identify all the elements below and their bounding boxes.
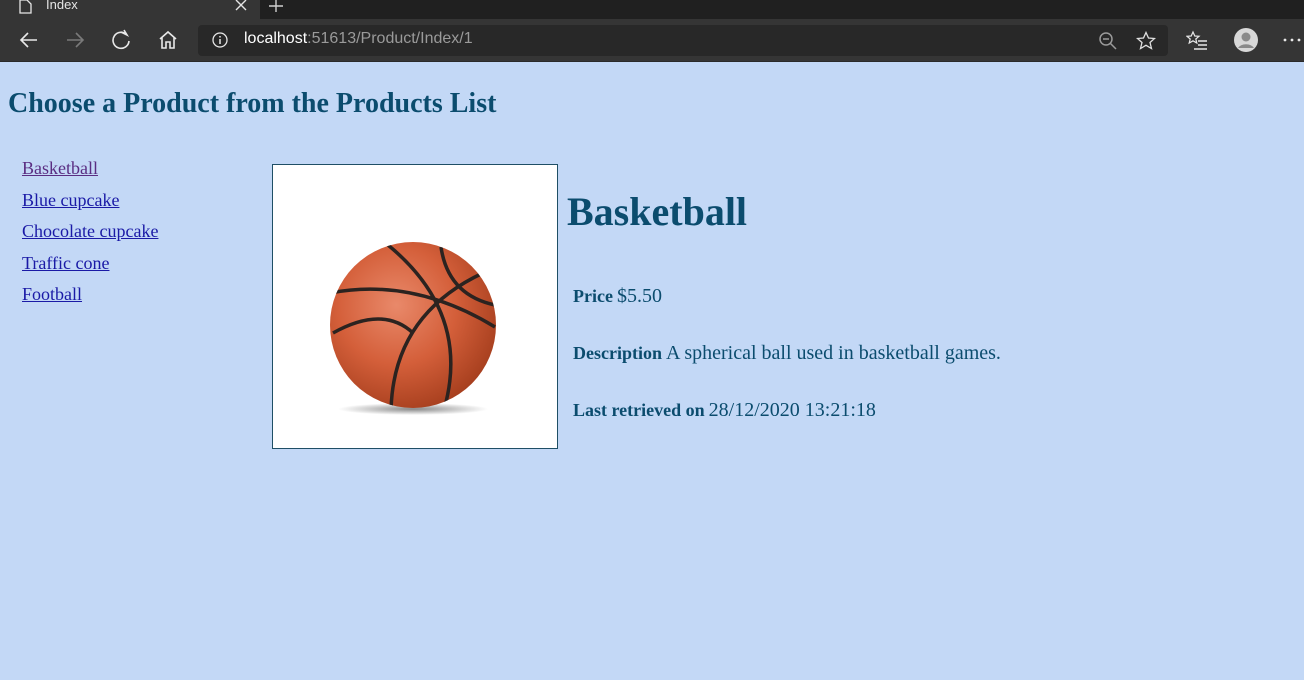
product-list: Basketball Blue cupcake Chocolate cupcak… <box>22 158 158 316</box>
product-link-football[interactable]: Football <box>22 284 82 304</box>
tab-title: Index <box>46 0 78 12</box>
page-title: Choose a Product from the Products List <box>8 88 497 119</box>
arrow-left-icon[interactable] <box>18 29 40 51</box>
arrow-right-icon[interactable] <box>64 29 86 51</box>
retrieved-value: 28/12/2020 13:21:18 <box>708 399 876 421</box>
tab-index[interactable]: Index <box>0 0 260 19</box>
product-image <box>272 164 558 449</box>
info-icon[interactable] <box>212 32 228 48</box>
profile-icon[interactable] <box>1234 28 1258 52</box>
retrieved-row: Last retrieved on 28/12/2020 13:21:18 <box>573 399 876 422</box>
product-link-chocolate-cupcake[interactable]: Chocolate cupcake <box>22 221 158 241</box>
close-icon[interactable] <box>234 0 248 14</box>
refresh-icon[interactable] <box>110 29 132 51</box>
home-icon[interactable] <box>157 29 179 51</box>
list-item: Football <box>22 284 158 316</box>
page-icon <box>19 0 32 14</box>
list-item: Traffic cone <box>22 253 158 285</box>
description-value: A spherical ball used in basketball game… <box>666 342 1001 364</box>
address-bar[interactable]: localhost:51613/Product/Index/1 <box>198 25 1168 56</box>
url-host: localhost <box>244 30 308 47</box>
list-item: Basketball <box>22 158 158 190</box>
basketball-image <box>330 242 496 415</box>
zoom-out-icon[interactable] <box>1098 31 1118 51</box>
more-icon[interactable] <box>1282 29 1304 51</box>
list-item: Blue cupcake <box>22 190 158 222</box>
favorites-list-icon[interactable] <box>1186 29 1208 51</box>
product-link-blue-cupcake[interactable]: Blue cupcake <box>22 190 119 210</box>
product-link-traffic-cone[interactable]: Traffic cone <box>22 253 109 273</box>
price-label: Price <box>573 286 613 306</box>
new-tab-icon[interactable] <box>268 0 284 14</box>
star-icon[interactable] <box>1136 31 1156 51</box>
product-link-basketball[interactable]: Basketball <box>22 158 98 178</box>
tab-strip: Index <box>0 0 1304 19</box>
description-label: Description <box>573 343 662 363</box>
list-item: Chocolate cupcake <box>22 221 158 253</box>
product-name: Basketball <box>567 189 748 234</box>
browser-toolbar: localhost:51613/Product/Index/1 <box>0 19 1304 62</box>
price-row: Price $5.50 <box>573 285 662 308</box>
price-value: $5.50 <box>616 285 662 307</box>
url-text[interactable]: localhost:51613/Product/Index/1 <box>244 30 473 48</box>
description-row: Description A spherical ball used in bas… <box>573 342 1001 365</box>
retrieved-label: Last retrieved on <box>573 400 705 420</box>
url-path: :51613/Product/Index/1 <box>307 30 473 47</box>
